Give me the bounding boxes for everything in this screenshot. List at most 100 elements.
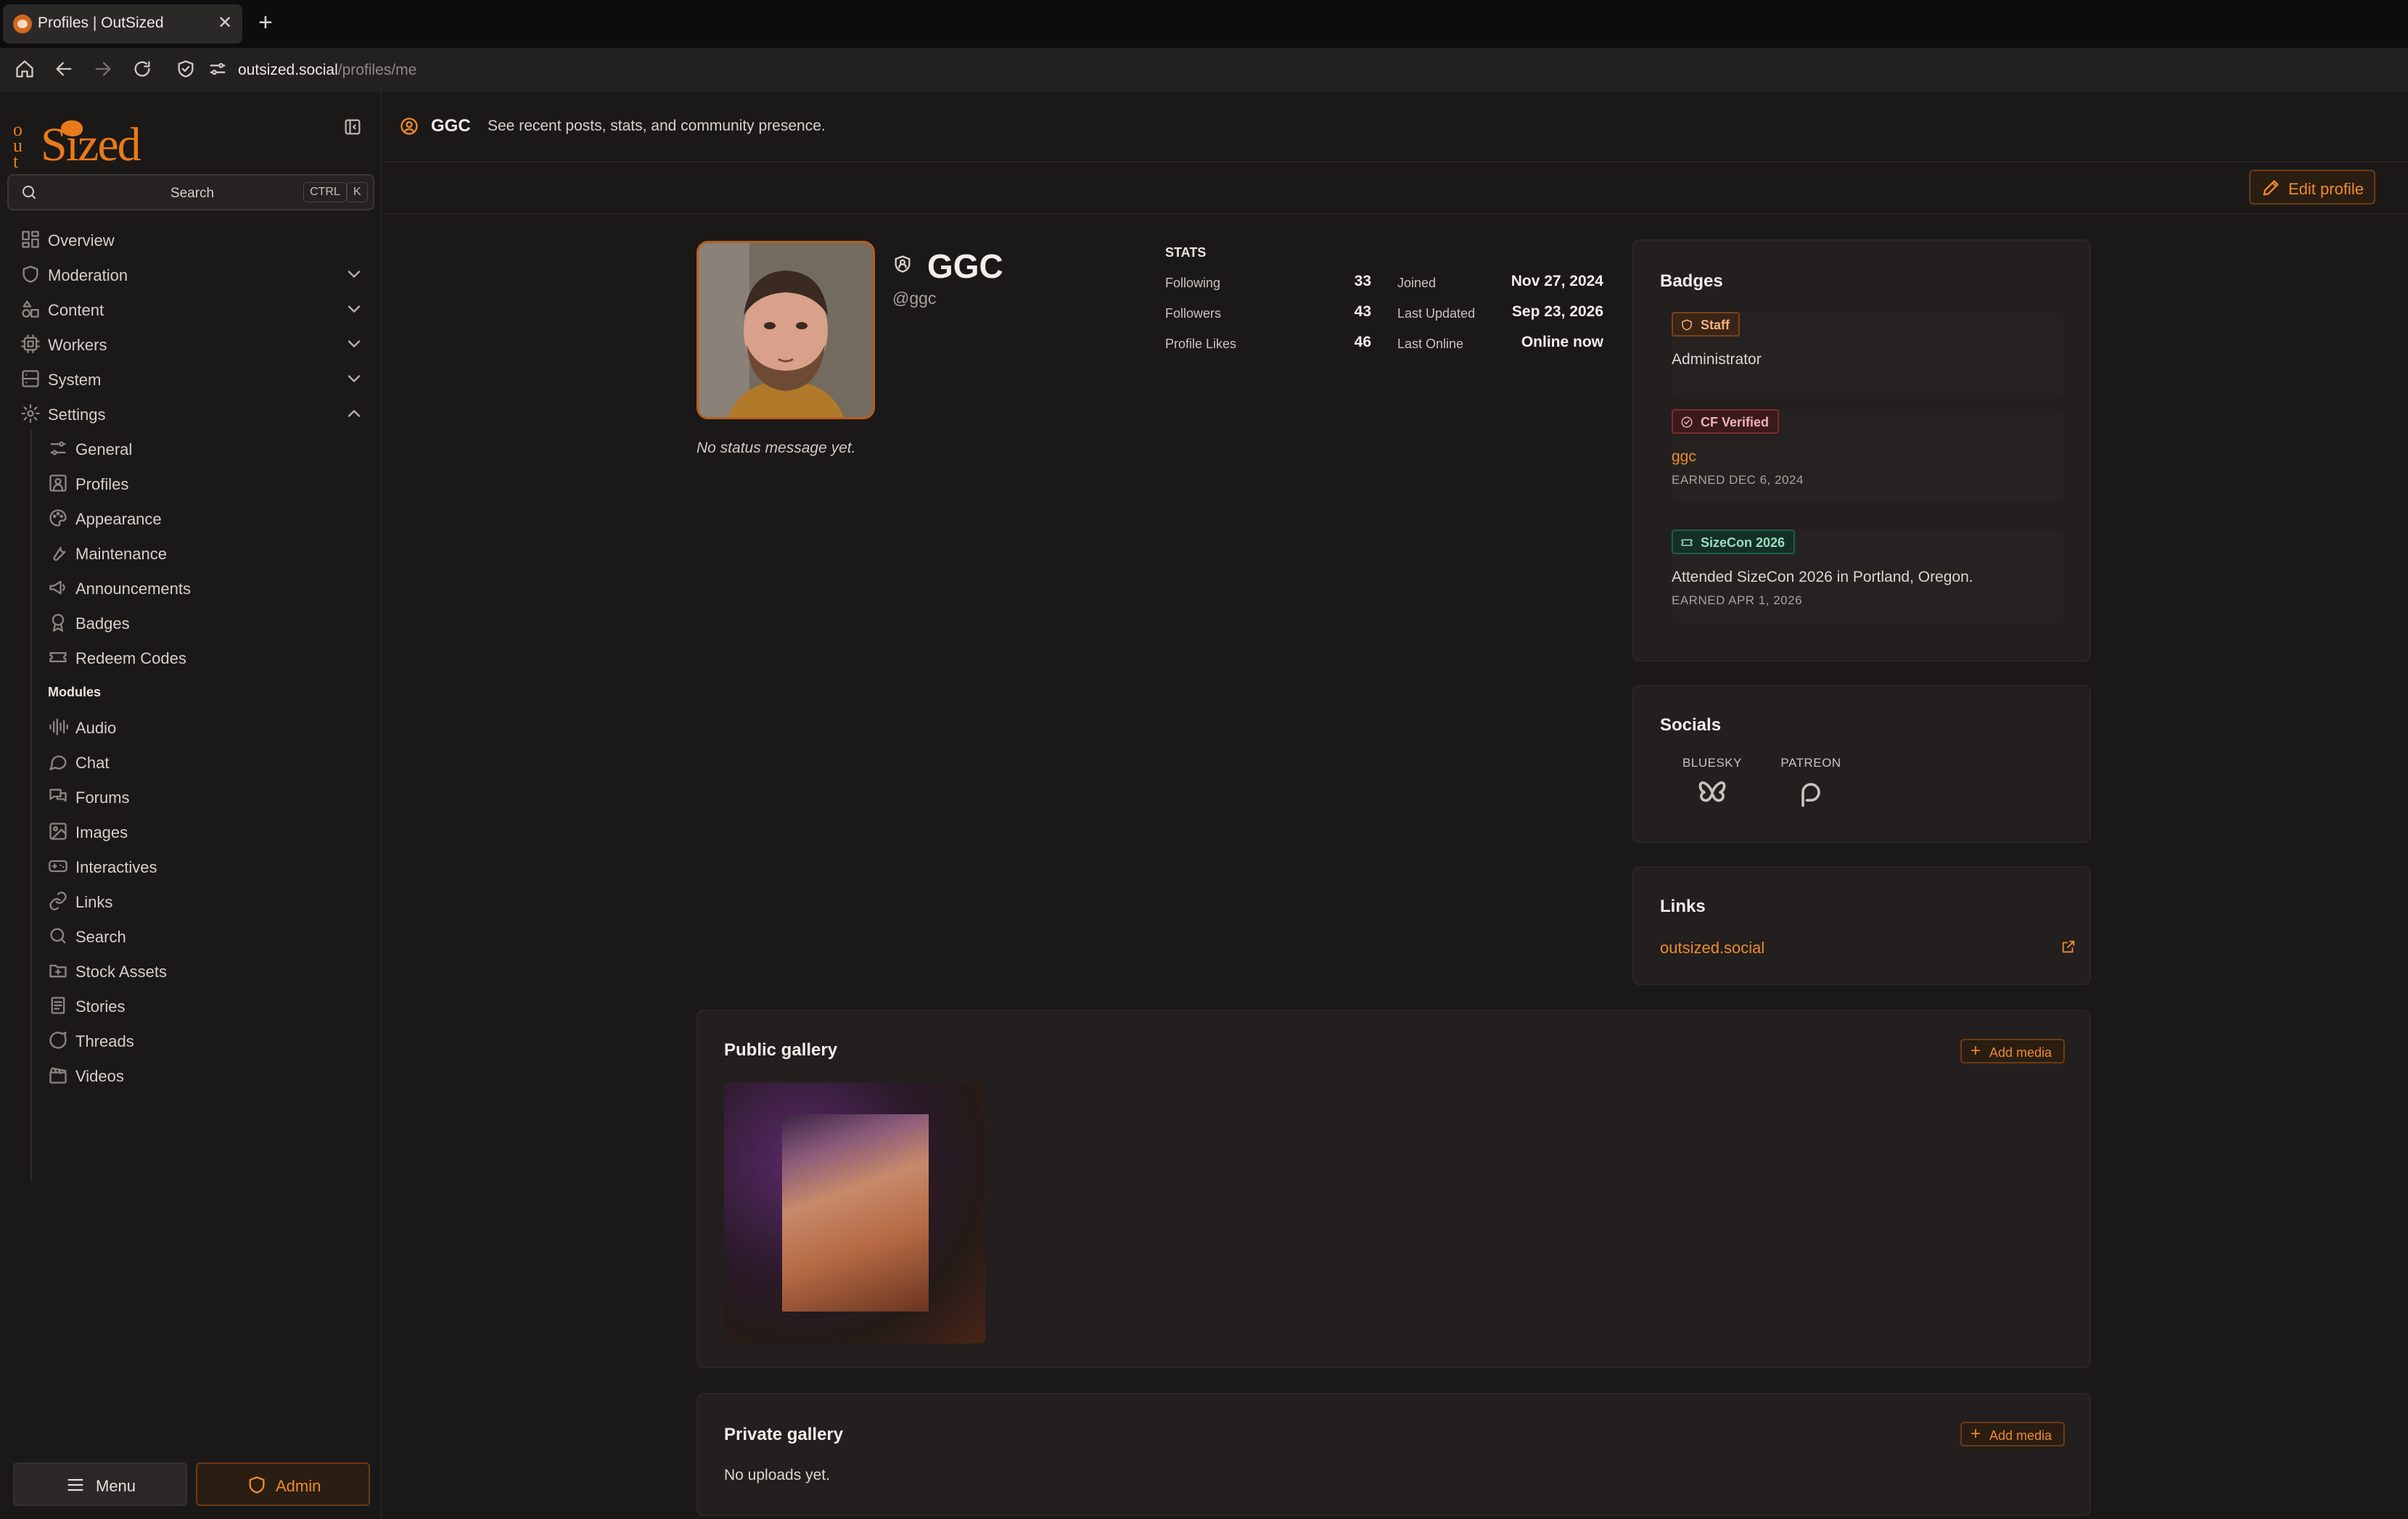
reload-icon[interactable] <box>132 59 152 79</box>
page-description: See recent posts, stats, and community p… <box>488 118 826 134</box>
url-host: outsized.social <box>238 62 338 78</box>
nav-label: Threads <box>75 1032 134 1050</box>
badge-name: Staff <box>1701 318 1730 332</box>
chevron-down-icon[interactable] <box>344 299 364 319</box>
nav-label: System <box>48 371 102 389</box>
close-tab-icon[interactable]: ✕ <box>218 14 232 33</box>
butterfly-icon <box>1698 781 1726 802</box>
chevron-down-icon[interactable] <box>344 334 364 354</box>
gallery-image <box>782 1114 929 1312</box>
check-circle-icon <box>1681 416 1693 428</box>
admin-button[interactable]: Admin <box>196 1462 370 1506</box>
add-media-label: Add media <box>1989 1428 2052 1443</box>
shield-check-icon[interactable] <box>176 59 196 79</box>
patreon-icon <box>1801 783 1820 807</box>
nav-module-videos[interactable]: Videos <box>45 1061 364 1090</box>
stats-heading: STATS <box>1165 245 1207 260</box>
browser-tab[interactable]: Profiles | OutSized ✕ <box>3 4 242 44</box>
nav-module-audio[interactable]: Audio <box>45 712 364 741</box>
shield-icon <box>1682 319 1692 331</box>
nav-label: Moderation <box>48 266 128 284</box>
chevron-down-icon[interactable] <box>344 264 364 284</box>
add-media-button[interactable]: + Add media <box>1960 1039 2065 1063</box>
shield-icon <box>249 1476 265 1494</box>
nav-module-images[interactable]: Images <box>45 817 364 846</box>
new-tab-icon[interactable]: + <box>258 10 273 35</box>
profile-link[interactable]: outsized.social <box>1660 939 1764 958</box>
links-card: Links outsized.social <box>1632 866 2091 985</box>
nav-module-links[interactable]: Links <box>45 886 364 915</box>
stat-value: 46 <box>1354 334 1371 350</box>
menu-label: Menu <box>96 1477 136 1495</box>
nav-module-search[interactable]: Search <box>45 921 364 950</box>
nav-settings-badges[interactable]: Badges <box>45 608 364 637</box>
social-patreon[interactable]: PATREON <box>1775 756 1847 810</box>
stat-value: Online now <box>1521 334 1603 350</box>
nav-label: Redeem Codes <box>75 649 186 667</box>
nav-label: Profiles <box>75 475 129 493</box>
gallery-thumbnail[interactable] <box>724 1082 985 1343</box>
address-bar[interactable]: outsized.social/profiles/me <box>238 62 416 79</box>
menu-button[interactable]: Menu <box>13 1462 187 1506</box>
nav-label: Content <box>48 301 104 319</box>
nav-settings-maintenance[interactable]: Maintenance <box>45 538 364 567</box>
modules-heading: Modules <box>48 685 102 699</box>
nav-label: Settings <box>48 406 106 424</box>
stat-label: Following <box>1165 276 1221 290</box>
chevron-down-icon[interactable] <box>344 369 364 389</box>
nav-label: Badges <box>75 614 130 633</box>
nav-label: Announcements <box>75 580 191 598</box>
forward-arrow-icon[interactable] <box>93 59 113 79</box>
clapperboard-icon <box>49 1067 67 1084</box>
page-header: GGC See recent posts, stats, and communi… <box>383 91 2408 162</box>
chevron-up-icon[interactable] <box>344 403 364 424</box>
stat-label: Joined <box>1397 276 1437 290</box>
nav-settings-appearance[interactable]: Appearance <box>45 503 364 532</box>
nav-module-stock-assets[interactable]: Stock Assets <box>45 956 364 985</box>
logo-text: Sized <box>41 118 141 171</box>
user-square-icon <box>49 474 67 492</box>
search-input[interactable]: Search CTRL K <box>7 174 374 210</box>
nav-module-threads[interactable]: Threads <box>45 1026 364 1055</box>
badge-pill: SizeCon 2026 <box>1672 530 1796 554</box>
collapse-sidebar-icon[interactable] <box>342 117 363 137</box>
tab-title: Profiles | OutSized <box>38 15 164 31</box>
nav-content[interactable]: Content <box>16 295 371 324</box>
nav-overview[interactable]: Overview <box>16 225 371 254</box>
cpu-icon <box>21 334 40 353</box>
hamburger-menu-icon <box>67 1478 83 1491</box>
badge-name: CF Verified <box>1701 415 1770 429</box>
add-media-button[interactable]: + Add media <box>1960 1422 2065 1446</box>
nav-moderation[interactable]: Moderation <box>16 260 371 289</box>
edit-profile-button[interactable]: Edit profile <box>2249 170 2375 205</box>
site-favicon-icon <box>13 15 32 33</box>
badges-card: Badges Staff Administrator CF Verified g… <box>1632 239 2091 662</box>
nav-settings-redeem-codes[interactable]: Redeem Codes <box>45 643 364 672</box>
social-bluesky[interactable]: BLUESKY <box>1676 756 1749 810</box>
nav-workers[interactable]: Workers <box>16 329 371 358</box>
stat-label: Followers <box>1165 306 1222 321</box>
nav-system[interactable]: System <box>16 364 371 393</box>
admin-label: Admin <box>276 1477 321 1495</box>
site-settings-icon[interactable] <box>207 59 228 79</box>
home-icon[interactable] <box>15 59 35 79</box>
nav-module-forums[interactable]: Forums <box>45 782 364 811</box>
edit-profile-label: Edit profile <box>2288 180 2364 198</box>
links-title: Links <box>1660 897 1706 916</box>
nav-settings-general[interactable]: General <box>45 434 364 463</box>
nav-settings[interactable]: Settings <box>16 399 371 428</box>
user-circle-icon <box>400 118 418 135</box>
nav-module-stories[interactable]: Stories <box>45 991 364 1020</box>
badge-description[interactable]: ggc <box>1672 448 1696 466</box>
nav-module-interactives[interactable]: Interactives <box>45 852 364 881</box>
nav-module-chat[interactable]: Chat <box>45 747 364 776</box>
back-arrow-icon[interactable] <box>54 59 74 79</box>
stat-label: Last Online <box>1397 337 1464 351</box>
nav-settings-announcements[interactable]: Announcements <box>45 573 364 602</box>
badge-earned-date: EARNED DEC 6, 2024 <box>1672 473 1804 487</box>
nav-label: Workers <box>48 336 107 354</box>
nav-label: Forums <box>75 789 130 807</box>
staff-shield-icon <box>895 255 911 273</box>
nav-settings-profiles[interactable]: Profiles <box>45 469 364 498</box>
external-link-icon[interactable] <box>2060 939 2076 955</box>
